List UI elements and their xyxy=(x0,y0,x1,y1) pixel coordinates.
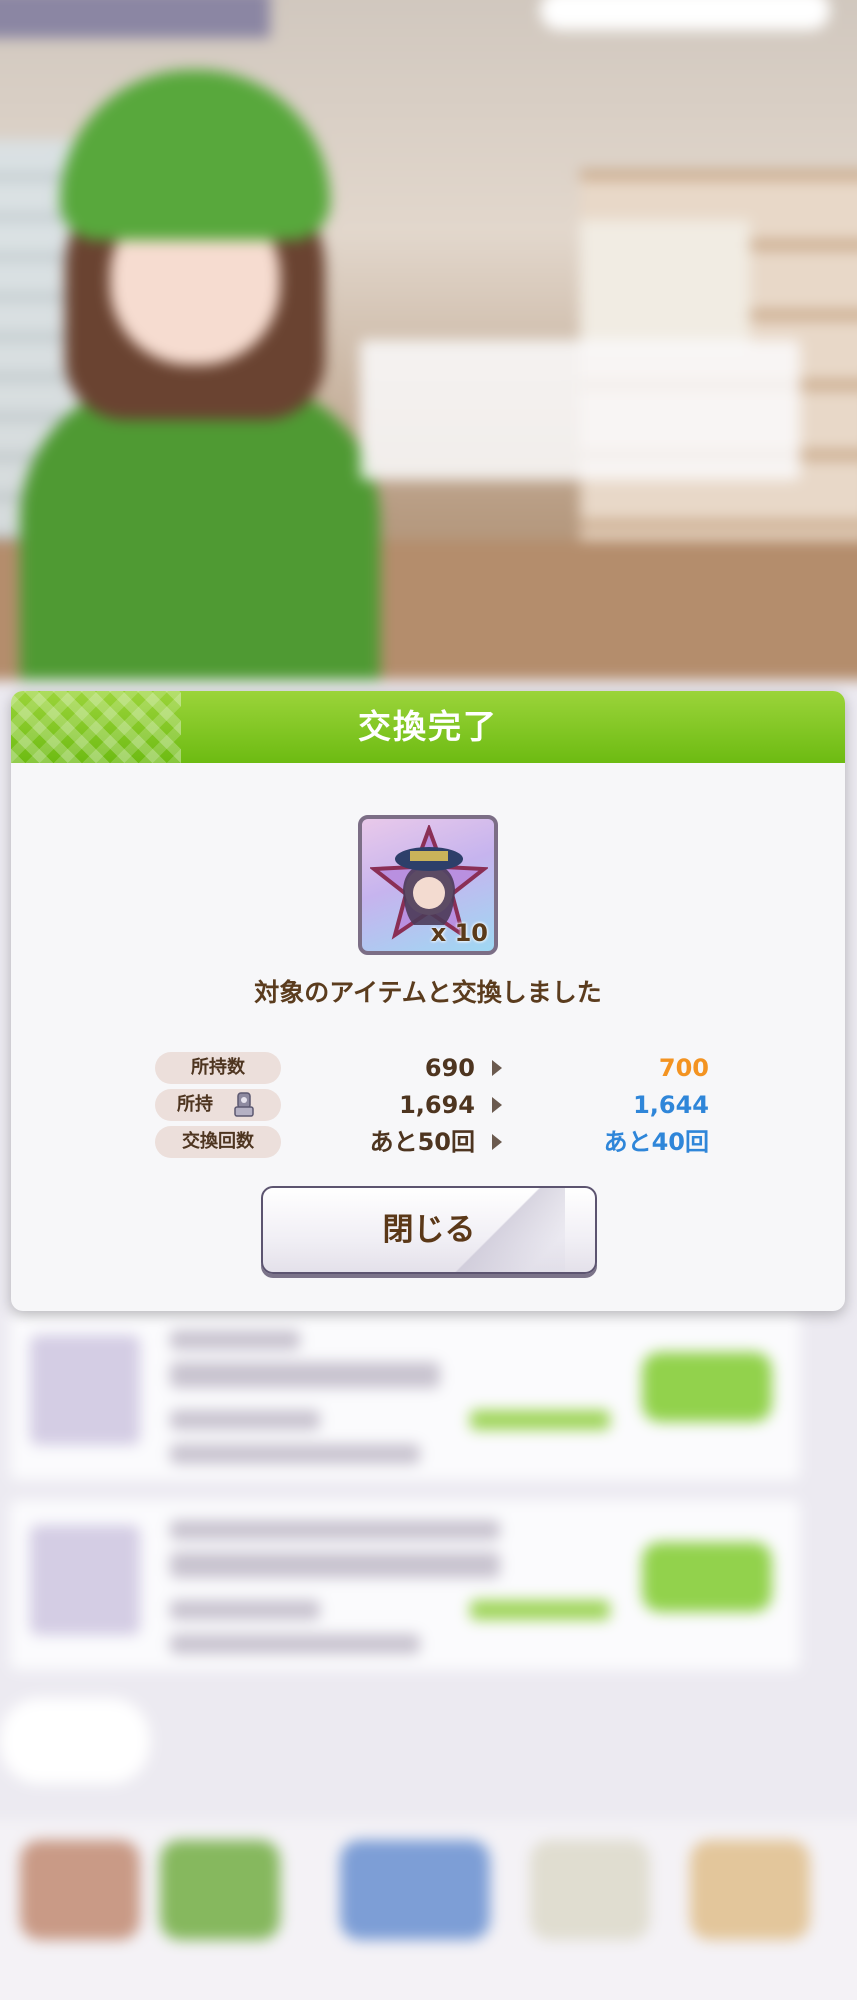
tab-icon-race xyxy=(530,1840,650,1940)
list-item-stat xyxy=(170,1444,420,1464)
list-item-thumbnail xyxy=(30,1525,140,1635)
stat-before-value: 1,694 xyxy=(399,1091,475,1119)
arrow-right-icon xyxy=(492,1097,502,1113)
stat-label: 所持数 xyxy=(155,1052,281,1084)
tab-icon-character xyxy=(20,1840,140,1940)
list-item-badge xyxy=(470,1600,610,1620)
stat-after-value: 1,644 xyxy=(633,1091,709,1119)
list-item-stat xyxy=(170,1634,420,1654)
tab-icon-gacha xyxy=(690,1840,810,1940)
item-count: x 10 xyxy=(430,919,488,947)
stat-after-value: 700 xyxy=(658,1054,709,1082)
list-item-tag xyxy=(170,1520,500,1540)
list-item-name xyxy=(170,1552,500,1578)
stat-row-owned: 所持数 690 700 xyxy=(11,1052,845,1088)
piece-icon xyxy=(234,1092,254,1117)
back-button-bg xyxy=(0,1698,150,1784)
stat-label: 所持 xyxy=(177,1094,213,1115)
tab-icon-story xyxy=(160,1840,280,1940)
exchange-message: 対象のアイテムと交換しました xyxy=(254,978,602,1007)
stat-label-with-icon: 所持 xyxy=(155,1089,281,1121)
list-item-stat xyxy=(170,1600,320,1620)
npc-character-body xyxy=(20,380,380,700)
stat-row-exchange-count: 交換回数 あと50回 あと40回 xyxy=(11,1126,845,1162)
list-item-exchange-button xyxy=(642,1352,772,1422)
list-item-exchange-button xyxy=(642,1542,772,1612)
list-item-tag xyxy=(170,1330,300,1350)
list-item-badge xyxy=(470,1410,610,1430)
dialog-header: 交換完了 xyxy=(11,691,845,763)
stat-label: 交換回数 xyxy=(155,1126,281,1158)
list-item-stat xyxy=(170,1410,320,1430)
list-item xyxy=(10,1500,800,1670)
list-item-name xyxy=(170,1362,440,1388)
list-item xyxy=(10,1310,800,1480)
close-button[interactable]: 閉じる xyxy=(261,1186,597,1274)
money-bar xyxy=(540,0,830,30)
stat-row-pieces: 所持 1,694 1,644 xyxy=(11,1089,845,1125)
tab-icon-home xyxy=(340,1840,490,1940)
exchange-complete-dialog: 交換完了 x 10 対象のアイテムと交換しました 所持数 690 700 所持 … xyxy=(11,691,845,1311)
list-item-thumbnail xyxy=(30,1335,140,1445)
stat-after-value: あと40回 xyxy=(603,1128,709,1156)
item-icon: x 10 xyxy=(358,815,498,955)
stat-before-value: 690 xyxy=(424,1054,475,1082)
arrow-right-icon xyxy=(492,1060,502,1076)
npc-speech-bubble xyxy=(360,340,800,480)
shop-tab xyxy=(0,0,270,38)
stat-before-value: あと50回 xyxy=(369,1128,475,1156)
close-button-label: 閉じる xyxy=(382,1212,476,1248)
arrow-right-icon xyxy=(492,1134,502,1150)
notice-board xyxy=(580,220,750,350)
dialog-title: 交換完了 xyxy=(358,707,498,746)
